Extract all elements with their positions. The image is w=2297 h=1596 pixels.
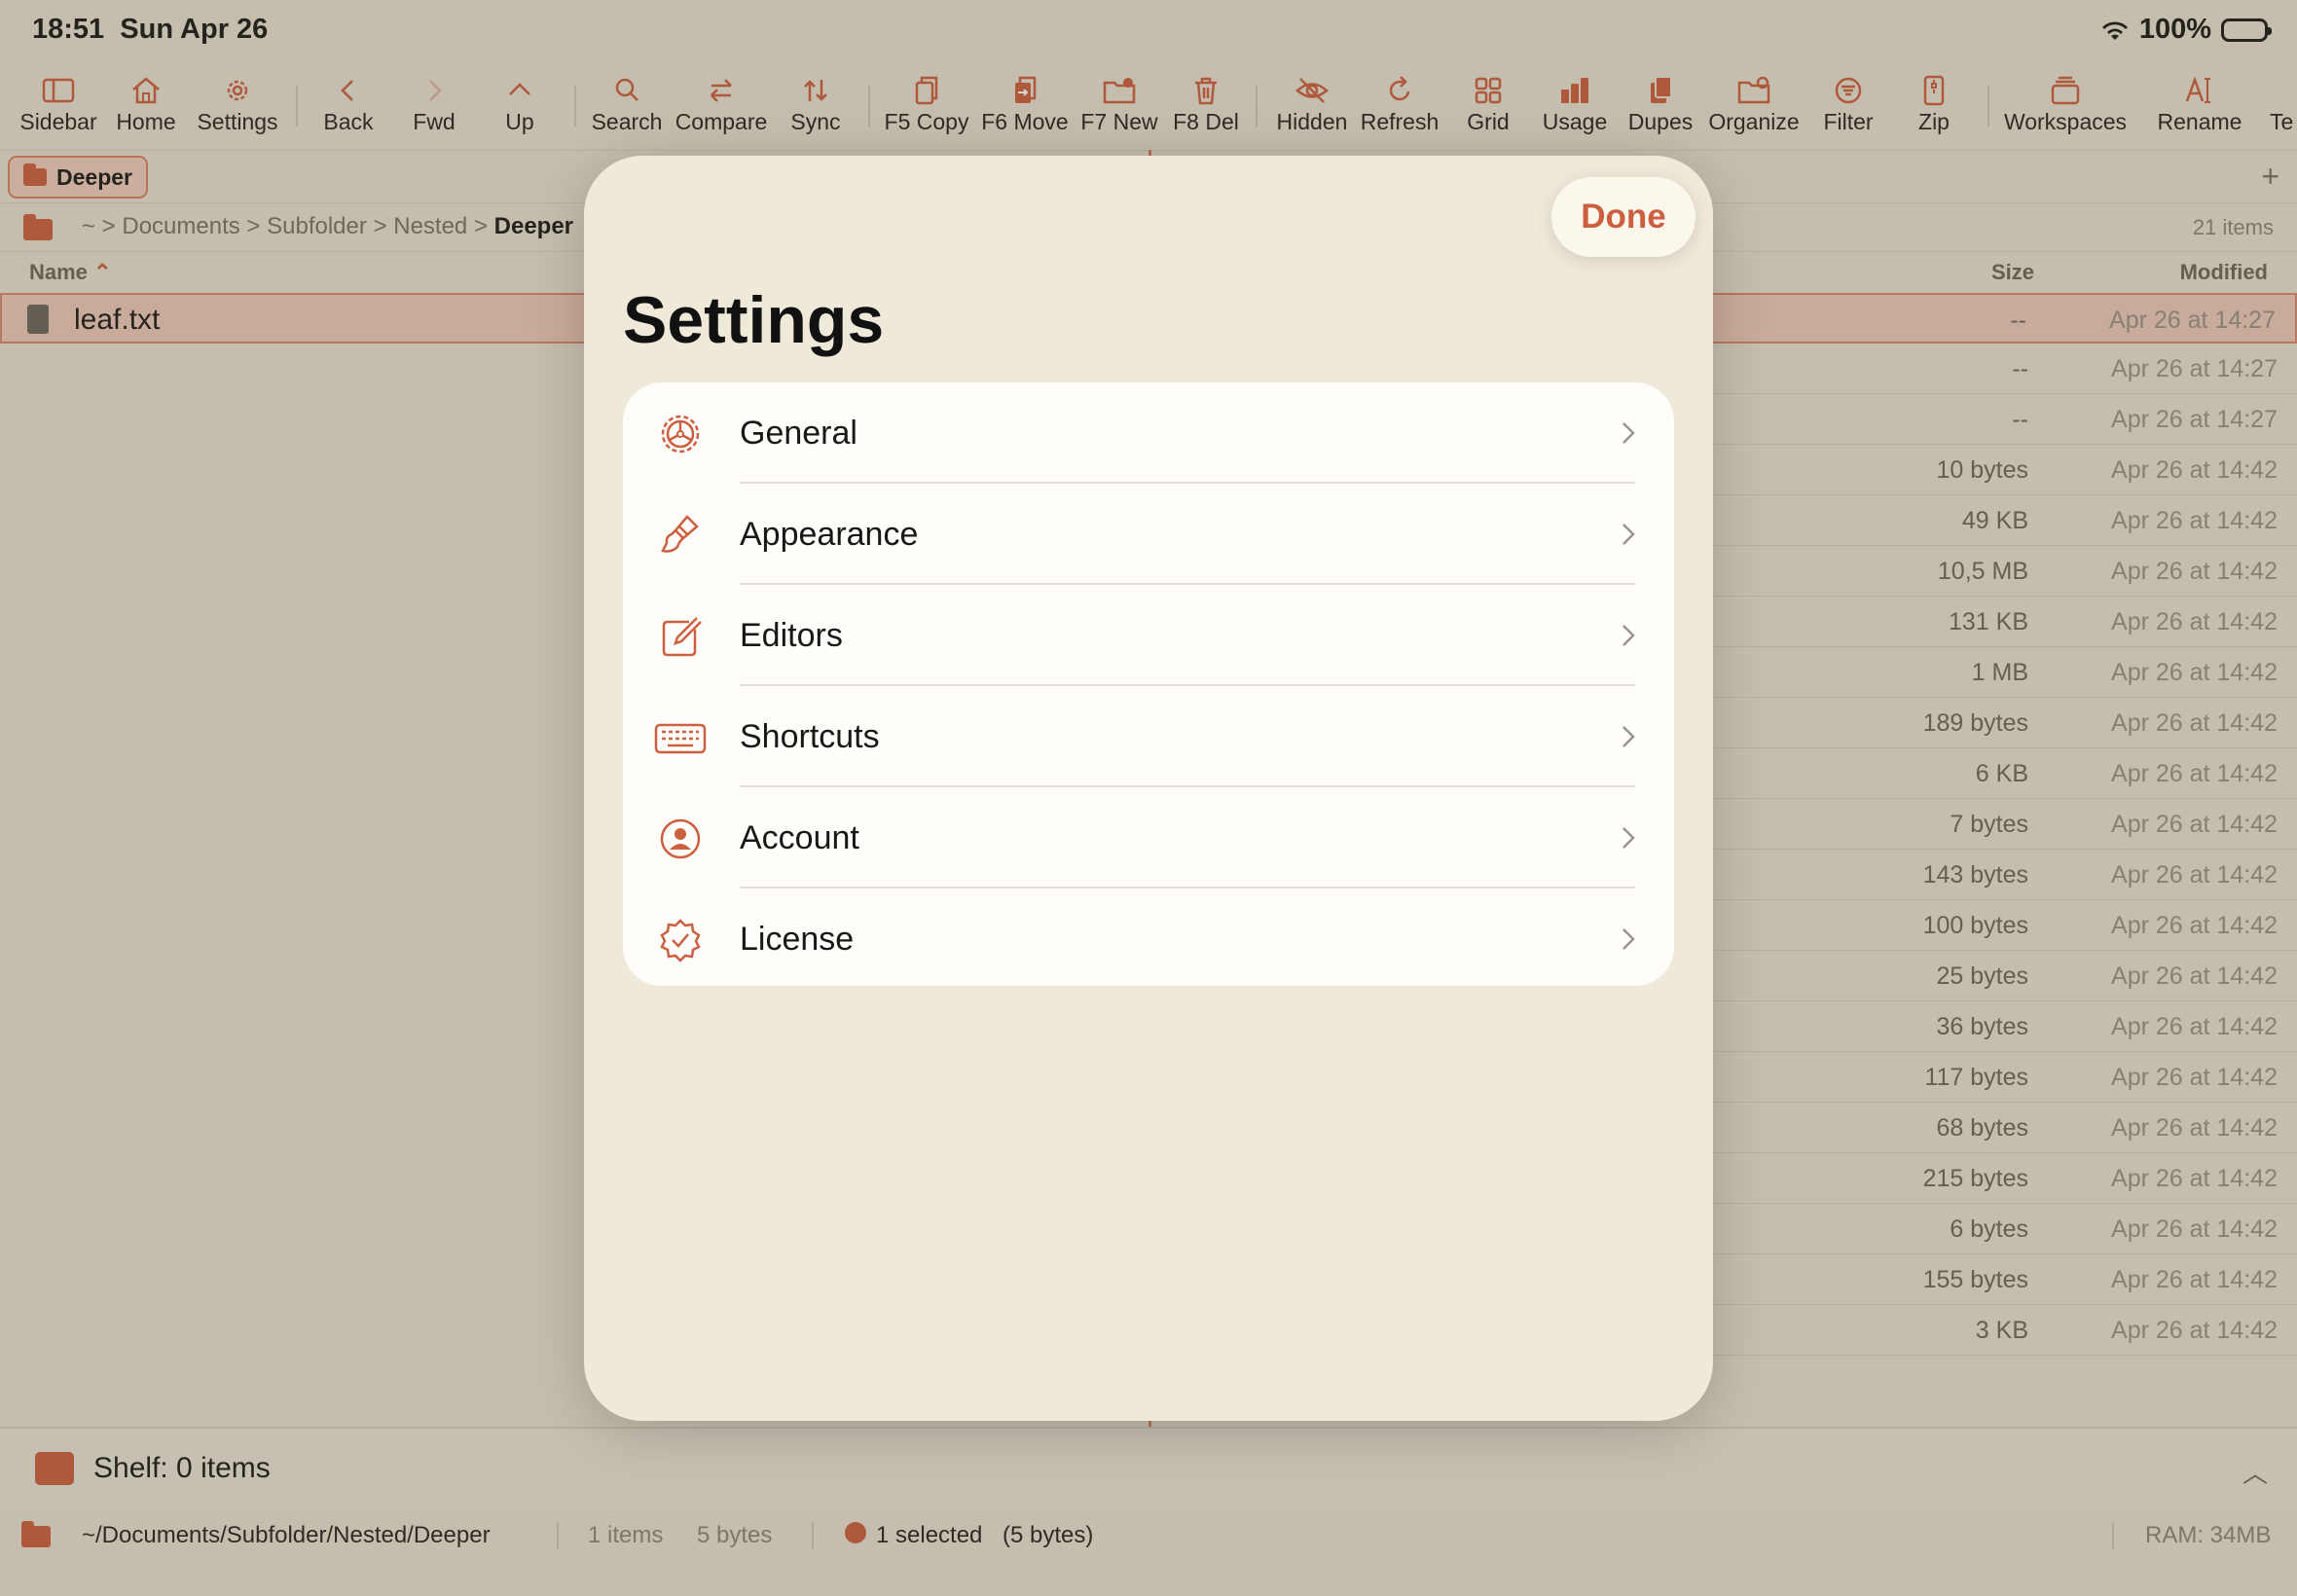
person-circle-icon <box>660 818 701 859</box>
settings-item-appearance[interactable]: Appearance <box>623 484 1674 585</box>
settings-item-shortcuts[interactable]: Shortcuts <box>623 686 1674 787</box>
chevron-right-icon <box>1622 422 1635 444</box>
settings-item-license[interactable]: License <box>623 889 1674 986</box>
chevron-right-icon <box>1622 827 1635 849</box>
edit-square-icon <box>662 617 702 657</box>
done-button[interactable]: Done <box>1551 177 1695 257</box>
keyboard-icon <box>654 723 707 754</box>
page-title: Settings <box>623 283 885 357</box>
settings-item-label: License <box>740 921 855 958</box>
chevron-right-icon <box>1622 625 1635 646</box>
chevron-right-icon <box>1622 524 1635 545</box>
settings-item-label: Shortcuts <box>740 718 880 755</box>
settings-item-general[interactable]: General <box>623 382 1674 484</box>
gear-wheel-icon <box>661 415 700 453</box>
settings-item-label: Editors <box>740 617 843 654</box>
chevron-right-icon <box>1622 726 1635 747</box>
settings-list: General Appearance Editors Shortcuts Acc… <box>623 382 1674 986</box>
paintbrush-icon <box>661 515 699 553</box>
settings-sheet: Done Settings General Appearance Editors… <box>584 156 1713 1421</box>
settings-item-label: General <box>740 415 857 452</box>
settings-item-editors[interactable]: Editors <box>623 585 1674 686</box>
checkmark-seal-icon <box>660 919 701 962</box>
settings-item-label: Appearance <box>740 516 919 553</box>
chevron-right-icon <box>1622 928 1635 950</box>
settings-item-account[interactable]: Account <box>623 787 1674 889</box>
settings-item-label: Account <box>740 819 859 856</box>
